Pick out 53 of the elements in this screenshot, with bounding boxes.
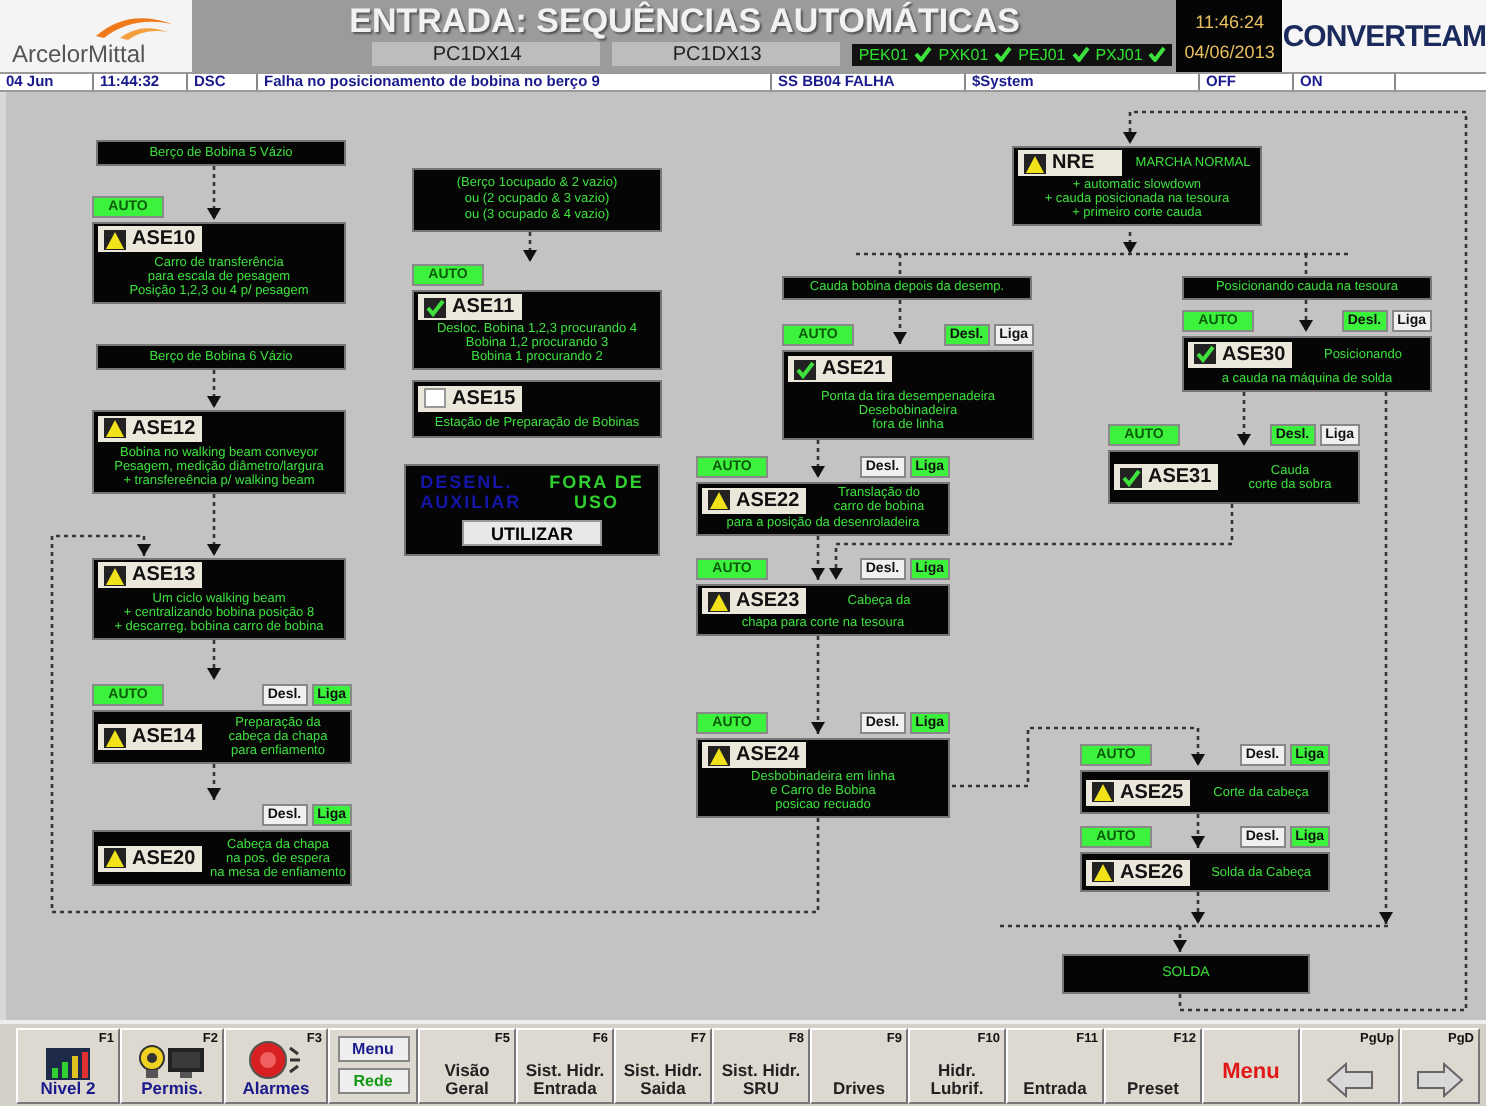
panel-label: DESENL. AUXILIAR xyxy=(420,472,522,512)
step-code: ASE24 xyxy=(736,748,800,762)
step-code: ASE10 xyxy=(132,232,196,247)
server-field: PC1DX13 xyxy=(612,42,841,66)
step-chip[interactable]: ASE11 xyxy=(418,294,522,320)
link-status: PEJ01 xyxy=(1018,45,1066,63)
step-code: ASE13 xyxy=(132,568,196,583)
step-code: ASE31 xyxy=(1148,470,1212,484)
link-status: PXJ01 xyxy=(1095,45,1143,63)
step-chip[interactable]: NRE xyxy=(1018,150,1122,176)
use-button[interactable]: UTILIZAR xyxy=(462,520,602,546)
step-chip[interactable]: ASE21 xyxy=(788,356,892,383)
step-chip[interactable]: ASE25 xyxy=(1086,779,1190,805)
clock-date: 04/06/2013 xyxy=(1184,41,1275,61)
alarm-bell-icon xyxy=(246,1040,306,1080)
step-code: ASE14 xyxy=(132,730,196,744)
step-chip[interactable]: ASE30 xyxy=(1188,341,1292,367)
camera-monitor-icon xyxy=(138,1044,206,1080)
step-code: ASE22 xyxy=(736,493,800,507)
step-chip[interactable]: ASE23 xyxy=(702,588,806,614)
left-arrow-icon xyxy=(1324,1062,1376,1098)
menu-button[interactable]: Menu xyxy=(337,1035,409,1061)
step-chip[interactable]: ASE20 xyxy=(98,845,202,871)
step-code: ASE30 xyxy=(1222,347,1286,361)
step-chip[interactable]: ASE22 xyxy=(702,487,806,513)
logo-icon xyxy=(92,12,176,40)
screen-title: ENTRADA: SEQUÊNCIAS AUTOMÁTICAS xyxy=(349,0,1020,42)
step-chip[interactable]: ASE14 xyxy=(98,724,202,750)
step-code: ASE11 xyxy=(452,300,515,314)
step-chip[interactable]: ASE31 xyxy=(1114,464,1218,490)
step-code: ASE21 xyxy=(822,362,886,377)
brand-name: ArcelorMittal xyxy=(12,40,148,68)
step-code: NRE xyxy=(1052,156,1095,170)
bar-chart-icon xyxy=(46,1048,90,1080)
clock-time: 11:46:24 xyxy=(1195,11,1264,31)
step-code: ASE25 xyxy=(1120,785,1184,799)
step-code: ASE20 xyxy=(132,851,196,865)
step-code: ASE12 xyxy=(132,421,196,435)
right-arrow-icon xyxy=(1414,1062,1466,1098)
panel-status: FORA DE USO xyxy=(549,472,644,512)
step-code: ASE15 xyxy=(452,391,516,406)
step-code: ASE23 xyxy=(736,594,800,608)
link-status: PEK01 xyxy=(858,45,909,63)
step-chip[interactable]: ASE12 xyxy=(98,415,202,441)
step-chip[interactable]: ASE10 xyxy=(98,226,202,253)
step-chip[interactable]: ASE13 xyxy=(98,562,202,589)
step-code: ASE26 xyxy=(1120,865,1184,879)
vendor-logo: CONVERTEAM xyxy=(1282,19,1486,53)
link-status: PXK01 xyxy=(938,45,989,63)
server-field: PC1DX14 xyxy=(372,42,601,66)
step-chip[interactable]: ASE24 xyxy=(702,742,806,768)
step-chip[interactable]: ASE15 xyxy=(418,385,522,412)
step-chip[interactable]: ASE26 xyxy=(1086,859,1190,885)
